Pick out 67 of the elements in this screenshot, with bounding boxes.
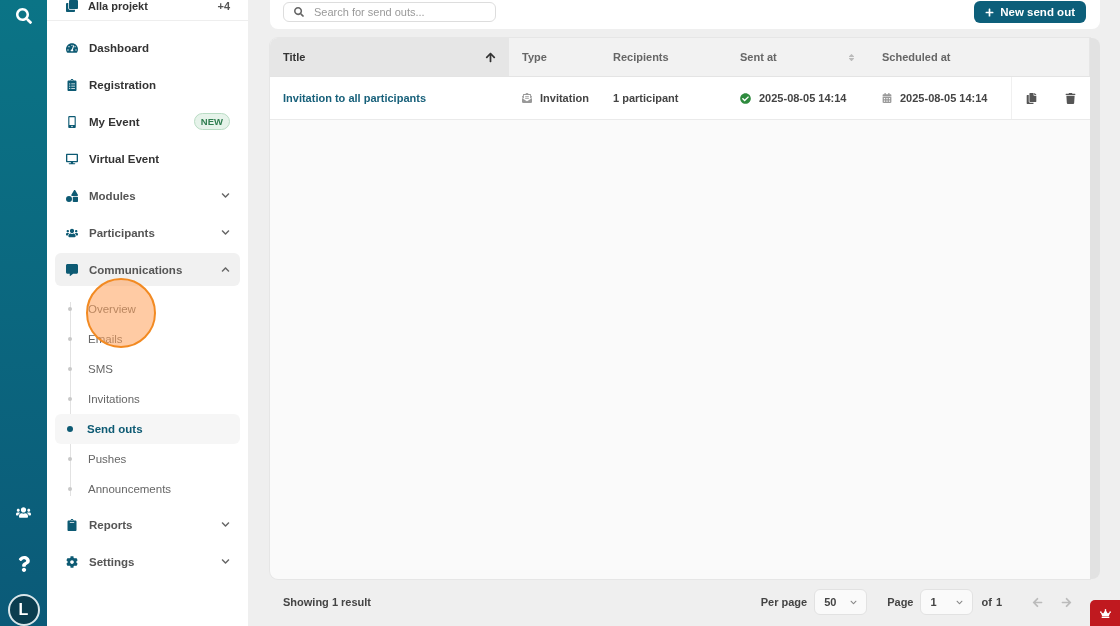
envelope-icon <box>522 93 532 103</box>
nav-item[interactable]: Registration <box>55 68 240 101</box>
page-count: 1 <box>995 596 1002 609</box>
subnav-item[interactable]: Announcements <box>55 474 240 504</box>
chevron-icon <box>221 520 230 529</box>
table-cell: 1 participant <box>613 92 679 104</box>
project-count: +4 <box>217 0 230 12</box>
nav-icon <box>65 189 78 202</box>
nav-item[interactable]: Modules <box>55 179 240 212</box>
chevron-icon <box>221 228 230 237</box>
nav-item[interactable]: Reports <box>55 508 240 541</box>
new-send-out-button[interactable]: New send out <box>974 1 1086 23</box>
subnav-item[interactable]: SMS <box>55 354 240 384</box>
nav-item[interactable]: Settings <box>55 545 240 578</box>
column-header[interactable]: Title <box>270 38 509 76</box>
nav-icon <box>65 555 78 568</box>
nav-icon <box>65 78 78 91</box>
subnav-item[interactable]: Pushes <box>55 444 240 474</box>
subnav-item[interactable]: Invitations <box>55 384 240 414</box>
nav-item[interactable]: Dashboard <box>55 31 240 64</box>
project-switcher[interactable]: Alla projekt +4 <box>47 0 248 21</box>
page-select[interactable]: 1 <box>920 589 974 616</box>
project-name: Alla projekt <box>88 0 149 12</box>
copy-icon[interactable] <box>1024 90 1039 106</box>
search-icon <box>294 7 304 17</box>
chevron-icon <box>956 598 964 606</box>
nav-item[interactable]: Virtual Event <box>55 142 240 175</box>
users-icon[interactable] <box>16 505 31 520</box>
nav-icon <box>65 518 78 531</box>
search-icon[interactable] <box>15 8 32 24</box>
new-badge: NEW <box>193 113 230 130</box>
crown-icon <box>1099 607 1111 619</box>
nav-icon <box>65 115 78 128</box>
column-header[interactable]: Type <box>509 38 600 76</box>
table-cell: 2025-08-05 14:14 <box>759 92 847 104</box>
nav-item[interactable]: Participants <box>55 216 240 249</box>
chevron-icon <box>221 191 230 200</box>
column-header[interactable]: Recipients <box>600 38 727 76</box>
column-header[interactable]: Scheduled at <box>869 38 1011 76</box>
crown-button[interactable] <box>1090 600 1120 626</box>
nav-icon <box>65 226 78 239</box>
nav-item[interactable]: Communications <box>55 253 240 286</box>
per-page-select[interactable]: 50 <box>814 589 868 616</box>
chevron-icon <box>850 598 858 606</box>
per-page-label: Per page <box>760 596 808 609</box>
trash-icon[interactable] <box>1063 90 1078 106</box>
nav-icon <box>65 263 78 276</box>
of-label: of <box>981 596 992 609</box>
search-field[interactable]: Search for send outs... <box>283 2 496 22</box>
table-cell: Invitation <box>540 92 589 104</box>
nav-icon <box>65 41 78 54</box>
subnav-item[interactable]: Send outs <box>55 414 240 444</box>
user-avatar[interactable]: L <box>7 594 40 626</box>
page-label: Page <box>887 596 914 609</box>
table-cell: 2025-08-05 14:14 <box>900 92 988 104</box>
chevron-icon <box>221 557 230 566</box>
chevron-icon <box>221 265 230 274</box>
stacked-pages-icon <box>65 0 78 12</box>
column-header[interactable]: Sent at <box>727 38 869 76</box>
calendar-icon <box>882 93 892 103</box>
nav-item[interactable]: My Event NEW <box>55 105 240 138</box>
result-count: Showing 1 result <box>283 596 371 609</box>
scrollbar[interactable] <box>1090 38 1100 579</box>
send-out-title-link[interactable]: Invitation to all participants <box>283 92 427 104</box>
plus-icon <box>985 7 995 17</box>
nav-icon <box>65 152 78 165</box>
search-input[interactable]: Search for send outs... <box>312 5 485 19</box>
